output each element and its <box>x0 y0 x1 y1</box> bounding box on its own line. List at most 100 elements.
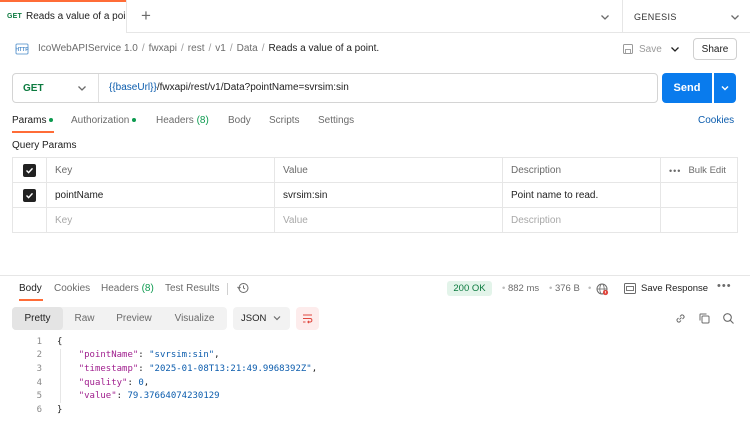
new-tab-plus-icon[interactable]: + <box>138 7 154 25</box>
status-badge[interactable]: 200 OK <box>447 281 492 296</box>
view-pretty-button[interactable]: Pretty <box>12 307 63 330</box>
new-value-input[interactable]: Value <box>275 208 503 233</box>
save-icon <box>623 44 633 54</box>
bulk-edit-button[interactable]: ••• Bulk Edit <box>661 158 737 183</box>
tabs-chevron-down-icon[interactable] <box>598 10 612 24</box>
view-visualize-button[interactable]: Visualize <box>162 307 227 330</box>
json-comma: , <box>143 377 150 388</box>
history-icon[interactable] <box>236 281 250 295</box>
environment-selector[interactable]: GENESIS <box>622 0 750 33</box>
copy-icon[interactable] <box>698 312 711 325</box>
network-globe-icon[interactable] <box>595 282 609 296</box>
response-tab-cookies[interactable]: Cookies <box>54 283 90 294</box>
more-options-icon[interactable]: ••• <box>717 280 732 292</box>
code-line: 1 { <box>0 335 750 349</box>
json-key: "pointName" <box>78 350 139 361</box>
breadcrumb-row: HTTP IcoWebAPIService 1.0/fwxapi / rest / v1… <box>0 33 750 65</box>
row-checkbox-cell <box>13 183 47 208</box>
response-time[interactable]: • 882 ms <box>502 283 539 294</box>
breadcrumb-item[interactable]: fwxapi <box>149 43 177 54</box>
more-horizontal-icon: ••• <box>669 165 682 176</box>
view-raw-button[interactable]: Raw <box>63 307 106 330</box>
response-tab-test-results[interactable]: Test Results <box>165 283 219 294</box>
tab-scripts[interactable]: Scripts <box>269 115 300 126</box>
column-header-key: Key <box>47 158 275 183</box>
json-value: 79.37664074230129 <box>127 391 220 402</box>
response-divider[interactable] <box>0 275 750 276</box>
link-icon[interactable] <box>674 312 687 325</box>
query-params-table: Key Value Description ••• Bulk Edit poin… <box>12 157 738 233</box>
send-options-button[interactable] <box>714 73 736 103</box>
param-value-field[interactable]: svrsim:sin <box>275 183 503 208</box>
send-button[interactable]: Send <box>662 73 712 103</box>
table-header-row: Key Value Description ••• Bulk Edit <box>13 158 737 183</box>
params-indicator-dot <box>49 118 54 123</box>
send-chevron-down-icon <box>721 86 729 91</box>
view-preview-button[interactable]: Preview <box>106 307 162 330</box>
column-header-value: Value <box>275 158 503 183</box>
indent-guide <box>60 349 61 403</box>
new-description-input[interactable]: Description <box>503 208 661 233</box>
request-tab[interactable]: GET Reads a value of a point. <box>0 0 127 33</box>
new-key-input[interactable]: Key <box>47 208 275 233</box>
request-name[interactable]: Reads a value of a point. <box>269 43 380 54</box>
response-tab-body[interactable]: Body <box>19 283 42 294</box>
line-number: 1 <box>36 336 42 347</box>
tab-authorization[interactable]: Authorization <box>71 115 137 126</box>
json-key: "value" <box>78 391 117 402</box>
json-comma: , <box>214 350 220 361</box>
save-button-label: Save <box>639 43 662 55</box>
share-button[interactable]: Share <box>693 38 737 60</box>
response-body-viewer[interactable]: 1 { 2 "pointName": "svrsim:sin", 3 "time… <box>0 335 750 435</box>
json-field: "timestamp": "2025-01-08T13:21:49.996839… <box>78 363 318 374</box>
wrap-lines-button[interactable] <box>296 307 319 330</box>
row-enabled-checkbox[interactable] <box>23 189 36 202</box>
json-open-brace: { <box>57 336 63 347</box>
format-select[interactable]: JSON <box>233 307 290 330</box>
breadcrumb-item[interactable]: rest <box>188 43 205 54</box>
checkmark-icon <box>26 192 34 199</box>
select-all-checkbox[interactable] <box>23 164 36 177</box>
tab-headers[interactable]: Headers (8) <box>156 115 209 126</box>
bulk-edit-label: Bulk Edit <box>688 165 726 176</box>
tab-params[interactable]: Params <box>12 115 54 126</box>
query-params-heading: Query Params <box>12 140 77 151</box>
method-chevron-down-icon <box>78 86 86 91</box>
response-size-value: 376 B <box>554 283 580 294</box>
search-icon[interactable] <box>722 312 735 325</box>
breadcrumb-item[interactable]: IcoWebAPIService 1.0 <box>38 43 138 54</box>
dot-separator: • <box>502 283 506 294</box>
cookies-link[interactable]: Cookies <box>698 115 734 126</box>
tab-title: Reads a value of a point. <box>26 11 126 22</box>
column-header-description: Description <box>503 158 661 183</box>
breadcrumb-separator: / <box>181 43 184 54</box>
tab-body[interactable]: Body <box>228 115 251 126</box>
save-options-chevron-down-icon[interactable] <box>668 42 682 56</box>
tab-headers-label: Headers <box>156 115 194 126</box>
select-all-cell <box>13 158 47 183</box>
new-row-spacer-cell <box>661 208 737 233</box>
param-description-field[interactable]: Point name to read. <box>503 183 661 208</box>
format-value: JSON <box>241 313 267 324</box>
tab-params-label: Params <box>12 115 47 126</box>
breadcrumb-separator: / <box>261 43 265 54</box>
code-line: 2 "pointName": "svrsim:sin", <box>0 349 750 363</box>
table-row-new: Key Value Description <box>13 208 737 233</box>
response-tab-headers[interactable]: Headers (8) <box>101 283 154 294</box>
response-size[interactable]: • 376 B <box>549 283 580 294</box>
save-response-button[interactable]: Save Response <box>641 283 708 294</box>
param-key-field[interactable]: pointName <box>47 183 275 208</box>
breadcrumb-item[interactable]: Data <box>237 43 258 54</box>
method-value: GET <box>23 82 44 94</box>
save-button[interactable]: Save <box>622 39 662 59</box>
json-value: "2025-01-08T13:21:49.9968392Z" <box>149 363 312 374</box>
request-tabs: Params Authorization Headers (8) Body Sc… <box>0 111 750 133</box>
url-input[interactable]: {{baseUrl}}/fwxapi/rest/v1/Data?pointNam… <box>109 82 349 93</box>
breadcrumb-separator: / <box>208 43 212 54</box>
json-value: "svrsim:sin" <box>149 350 215 361</box>
breadcrumb-item[interactable]: v1 <box>215 43 226 54</box>
url-variable: {{baseUrl}} <box>109 82 157 93</box>
code-line: 5 "value": 79.37664074230129 <box>0 389 750 403</box>
method-select[interactable]: GET <box>13 74 99 102</box>
tab-settings[interactable]: Settings <box>318 115 354 126</box>
